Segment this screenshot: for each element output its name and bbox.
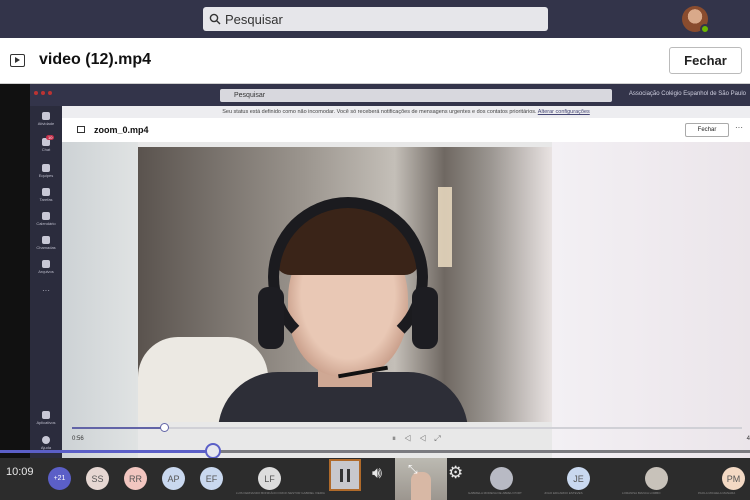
inner-progress-bar: [72, 427, 742, 429]
participant-avatar-photo: [645, 467, 668, 490]
participant-avatar-photo: [490, 467, 513, 490]
phone-icon: [42, 236, 50, 244]
rail-calls: Chamadas: [30, 236, 62, 250]
search-placeholder: Pesquisar: [225, 11, 283, 27]
gear-icon[interactable]: ⚙︎: [448, 463, 463, 483]
inner-top-bar: Pesquisar Associação Colégio Espanhol de…: [30, 84, 750, 106]
inner-org-name: Associação Colégio Espanhol de São Paulo: [628, 91, 746, 97]
close-button[interactable]: Fechar: [669, 47, 742, 74]
participant-avatar: SS: [86, 467, 109, 490]
chat-badge: 10: [46, 135, 55, 140]
inner-video-icon: [77, 126, 85, 133]
video-viewer: Pesquisar video (12).mp4 Fechar Pesquisa…: [0, 0, 750, 500]
pause-button[interactable]: [329, 459, 361, 491]
inner-window-dots: [34, 91, 52, 95]
notice-link: Alterar configurações: [537, 109, 590, 115]
rail-apps: Aplicativos: [30, 411, 62, 425]
participant-avatar: EF: [200, 467, 223, 490]
file-header: video (12).mp4 Fechar: [0, 38, 750, 84]
scrubber-fill: [0, 450, 213, 453]
participant-avatar: PM: [722, 467, 745, 490]
participant-name: JOAO EDUARDO ESTEVES: [544, 491, 583, 495]
inner-more-icon: ···: [735, 123, 743, 132]
webcam-feed: [138, 147, 552, 422]
participant-name: LORANISA BIANCA LOMBO: [622, 491, 661, 495]
video-file-icon: [10, 54, 25, 67]
inner-controls: ⏸◁◁⤢: [392, 434, 449, 443]
inner-video-frame: 0:56 4 ⏸◁◁⤢: [62, 142, 750, 458]
participant-avatar: AP: [162, 467, 185, 490]
inner-title: zoom_0.mp4: [94, 125, 149, 135]
teams-icon: [42, 164, 50, 172]
apps-icon: [42, 411, 50, 419]
volume-icon[interactable]: 🔊︎: [372, 465, 382, 483]
calendar-icon: [42, 212, 50, 220]
participant-avatar: RR: [124, 467, 147, 490]
participant-avatar: JE: [567, 467, 590, 490]
rail-calendar: Calendário: [30, 212, 62, 226]
video-scrubber[interactable]: [0, 450, 750, 453]
inner-app-rail: Atividade 10 Chat Equipes Tarefas Calendá…: [30, 106, 62, 458]
search-input[interactable]: Pesquisar: [203, 7, 548, 31]
files-icon: [42, 260, 50, 268]
inner-time-current: 0:56: [72, 436, 84, 442]
inner-progress-fill: [72, 427, 166, 429]
notice-text: Seu status está definido como não incomo…: [222, 109, 537, 115]
self-video-thumbnail: [395, 458, 447, 500]
inner-search: Pesquisar: [220, 89, 612, 102]
rail-files: Arquivos: [30, 260, 62, 274]
background-left: [62, 142, 138, 458]
top-bar: Pesquisar: [0, 0, 750, 38]
participant-name: GABRIELA MORENA DE ABREU PORT: [468, 491, 522, 495]
rail-more: ···: [42, 286, 50, 295]
inner-time-total: 4: [746, 436, 750, 442]
page-title: video (12).mp4: [39, 51, 152, 68]
rail-teams: Equipes: [30, 164, 62, 178]
video-content: Pesquisar Associação Colégio Espanhol de…: [30, 84, 750, 458]
participant-name: PAOLA MICHELA MANARA: [698, 491, 736, 495]
rail-activity: Atividade: [30, 112, 62, 126]
search-icon: [209, 13, 221, 25]
participant-name: LUIS FERNANDO BONIFÁCIO FRICK: [236, 491, 288, 495]
scrubber-handle[interactable]: [205, 443, 221, 459]
exit-fullscreen-icon[interactable]: ⤡: [408, 462, 418, 477]
inner-progress-thumb: [160, 423, 169, 432]
inner-close-button: Fechar: [685, 123, 729, 137]
rail-help: Ajuda: [30, 436, 62, 450]
assignments-icon: [42, 188, 50, 196]
participant-avatar: LF: [258, 467, 281, 490]
elapsed-time: 10:09: [6, 466, 34, 478]
background-right: [552, 142, 750, 458]
inner-notice: Seu status está definido como não incomo…: [62, 106, 750, 118]
video-frame[interactable]: Pesquisar Associação Colégio Espanhol de…: [0, 84, 750, 458]
participant-overflow: +21: [48, 467, 71, 490]
rail-assignments: Tarefas: [30, 188, 62, 202]
rail-chat: 10 Chat: [41, 135, 55, 152]
help-icon: [42, 436, 50, 444]
presence-available-icon: [700, 24, 710, 34]
pause-icon: [340, 468, 343, 482]
inner-header: zoom_0.mp4 Fechar ···: [62, 118, 750, 142]
user-avatar[interactable]: [682, 6, 710, 34]
bell-icon: [42, 112, 50, 120]
participant-name: NESTOR GABRIEL VIEIRA: [288, 491, 325, 495]
